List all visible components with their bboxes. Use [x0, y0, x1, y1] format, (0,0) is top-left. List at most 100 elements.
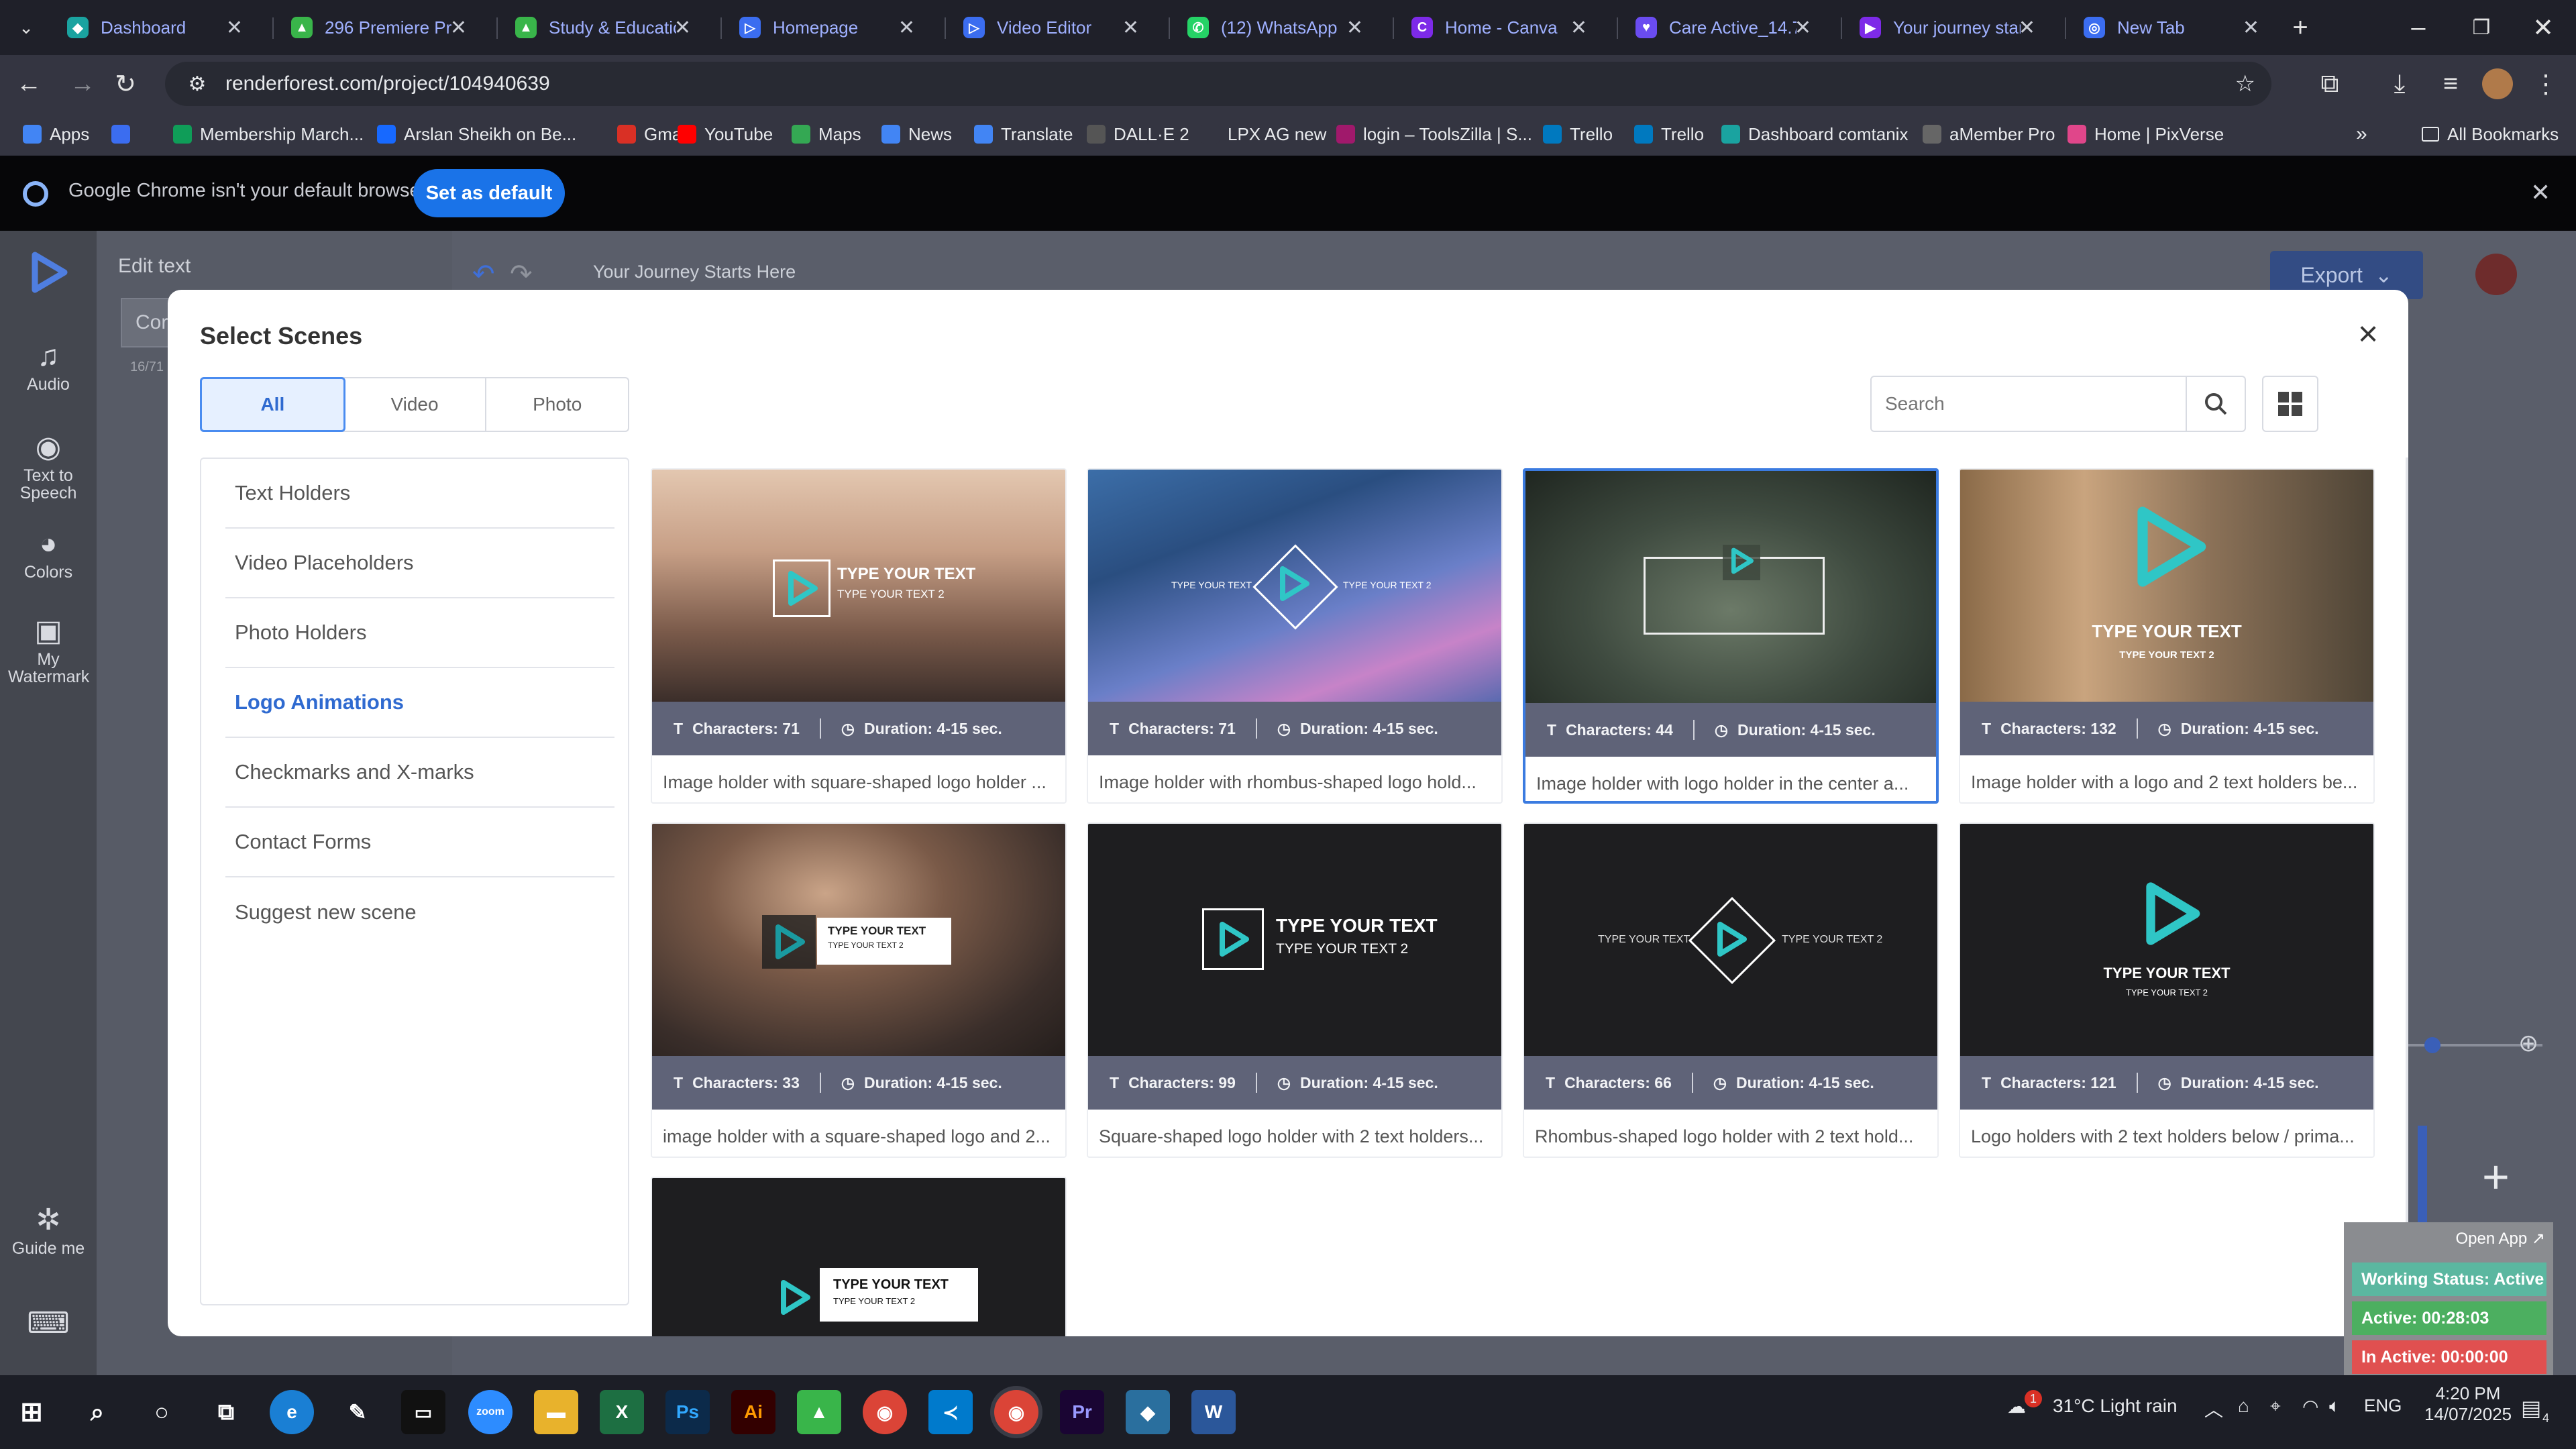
forward-icon[interactable]: →	[66, 67, 99, 101]
category-contact-forms[interactable]: Contact Forms	[225, 808, 614, 877]
back-icon[interactable]: ←	[12, 67, 46, 101]
scene-card[interactable]: TYPE YOUR TEXT TYPE YOUR TEXT 2 T Character…	[651, 468, 1067, 804]
category-logo-animations[interactable]: Logo Animations	[225, 668, 614, 738]
tab-all[interactable]: All	[200, 377, 345, 432]
app-green-icon[interactable]: ▲	[797, 1390, 841, 1434]
scene-thumbnail[interactable]: TYPE YOUR TEXT TYPE YOUR TEXT 2	[652, 470, 1065, 702]
excel-icon[interactable]: X	[600, 1390, 644, 1434]
tab-close-icon[interactable]: ✕	[674, 16, 691, 40]
modal-close-icon[interactable]: ×	[2348, 314, 2388, 354]
renderforest-logo-icon[interactable]	[27, 251, 70, 294]
tab-close-icon[interactable]: ✕	[1346, 16, 1363, 40]
extensions-icon[interactable]: ⧉	[2313, 67, 2347, 101]
bookmarks-overflow-icon[interactable]: »	[2356, 121, 2367, 148]
category-text-holders[interactable]: Text Holders	[225, 459, 614, 529]
scene-card[interactable]: TYPE YOUR TEXT TYPE YOUR TEXT 2	[651, 1177, 1067, 1336]
notification-icon[interactable]: ▤	[2521, 1395, 2541, 1421]
bookmark-item[interactable]: Arslan Sheikh on Be...	[377, 121, 576, 148]
scene-thumbnail[interactable]: TYPE YOUR TEXT TYPE YOUR TEXT 2	[1960, 470, 2373, 702]
weather-text[interactable]: 31°C Light rain	[2053, 1395, 2178, 1417]
site-info-icon[interactable]: ⚙	[184, 70, 211, 97]
windows-start-icon[interactable]: ⊞	[9, 1390, 54, 1434]
scene-card[interactable]: TYPE YOUR TEXT TYPE YOUR TEXT 2 T Character…	[1959, 468, 2375, 804]
rail-watermark[interactable]: ▣ My Watermark	[0, 615, 97, 686]
bookmark-item[interactable]: LPX AG new	[1201, 121, 1326, 148]
browser-tab[interactable]: ◆ Dashboard ✕	[54, 5, 255, 50]
bookmark-item[interactable]: Maps	[792, 121, 861, 148]
scene-thumbnail[interactable]	[1525, 471, 1936, 703]
photoshop-icon[interactable]: Ps	[665, 1390, 710, 1434]
bookmark-item[interactable]: Membership March...	[173, 121, 364, 148]
premiere-icon[interactable]: Pr	[1060, 1390, 1104, 1434]
browser-tab[interactable]: ♥ Care Active_14.7.2✕	[1622, 5, 1823, 50]
bookmark-item[interactable]: login – ToolsZilla | S...	[1336, 121, 1532, 148]
tab-close-icon[interactable]: ✕	[898, 16, 915, 40]
tab-close-icon[interactable]: ✕	[1794, 16, 1811, 40]
scene-card[interactable]: TYPE YOUR TEXT TYPE YOUR TEXT 2 T Character…	[651, 822, 1067, 1158]
tray-chevron-icon[interactable]: ︿	[2204, 1395, 2223, 1422]
tab-close-icon[interactable]: ✕	[1122, 16, 1139, 40]
tab-search-icon[interactable]: ⌄	[9, 11, 43, 44]
scene-grid-scrollbar[interactable]	[2406, 458, 2408, 1305]
bookmark-item[interactable]	[111, 121, 138, 148]
chrome-menu-icon[interactable]: ⋮	[2529, 67, 2563, 101]
bookmark-item[interactable]: DALL·E 2	[1087, 121, 1189, 148]
category-suggest-new-scene[interactable]: Suggest new scene	[225, 877, 614, 947]
clock[interactable]: 4:20 PM 14/07/2025	[2424, 1383, 2512, 1425]
browser-tab[interactable]: ▷ Video Editor ✕	[950, 5, 1151, 50]
tab-close-icon[interactable]: ✕	[2019, 16, 2035, 40]
scene-thumbnail[interactable]: TYPE YOUR TEXT TYPE YOUR TEXT 2	[1088, 824, 1501, 1056]
tab-close-icon[interactable]: ✕	[226, 16, 243, 40]
grid-view-icon[interactable]	[2262, 376, 2318, 432]
illustrator-icon[interactable]: Ai	[731, 1390, 775, 1434]
scene-thumbnail[interactable]: TYPE YOUR TEXT TYPE YOUR TEXT 2	[1524, 824, 1937, 1056]
bookmark-item[interactable]: Translate	[974, 121, 1073, 148]
scene-thumbnail[interactable]: TYPE YOUR TEXT TYPE YOUR TEXT 2	[1088, 470, 1501, 702]
bookmark-item[interactable]: YouTube	[678, 121, 773, 148]
profile-avatar[interactable]	[2481, 67, 2514, 101]
restore-icon[interactable]: ❐	[2465, 11, 2498, 44]
scene-thumbnail[interactable]: TYPE YOUR TEXT TYPE YOUR TEXT 2	[1960, 824, 2373, 1056]
tab-video[interactable]: Video	[344, 378, 487, 431]
zoom-icon[interactable]: zoom	[468, 1390, 513, 1434]
browser-tab[interactable]: ✆ (12) WhatsApp ✕	[1174, 5, 1375, 50]
browser-tab[interactable]: ◎ New Tab ✕	[2070, 5, 2271, 50]
pen-icon[interactable]: ✎	[335, 1390, 380, 1434]
file-explorer-icon[interactable]: ▬	[534, 1390, 578, 1434]
chrome-taskbar-icon[interactable]: ◉	[863, 1390, 907, 1434]
bookmark-star-icon[interactable]: ☆	[2235, 70, 2255, 97]
tab-close-icon[interactable]: ✕	[2243, 16, 2259, 40]
browser-tab[interactable]: ▶ Your journey start ✕	[1846, 5, 2047, 50]
wifi-icon[interactable]: ◠	[2302, 1395, 2318, 1417]
bookmark-item[interactable]: Trello	[1543, 121, 1613, 148]
browser-tab[interactable]: C Home - Canva ✕	[1398, 5, 1599, 50]
bookmark-item[interactable]: News	[881, 121, 952, 148]
language-indicator[interactable]: ENG	[2364, 1395, 2402, 1416]
search-input[interactable]	[1872, 393, 2187, 415]
scene-card[interactable]: TYPE YOUR TEXT TYPE YOUR TEXT 2 T Character…	[1523, 822, 1939, 1158]
bookmark-item[interactable]: Trello	[1634, 121, 1704, 148]
new-tab-button[interactable]: +	[2284, 11, 2317, 44]
bookmark-item[interactable]: Apps	[23, 121, 89, 148]
zoom-in-icon[interactable]: ⊕	[2518, 1029, 2538, 1057]
rail-colors[interactable]: ◕ Colors	[0, 528, 97, 581]
rail-text-to-speech[interactable]: ◉ Text to Speech	[0, 431, 97, 502]
scene-card[interactable]: T Characters: 44 ◷ Duration: 4-15 sec. Image…	[1523, 468, 1939, 804]
app-diamond-icon[interactable]: ◆	[1126, 1390, 1170, 1434]
category-checkmarks[interactable]: Checkmarks and X-marks	[225, 738, 614, 808]
reload-icon[interactable]: ↻	[109, 67, 142, 101]
camera-icon[interactable]: ⌖	[2270, 1395, 2281, 1417]
browser-tab[interactable]: ▲ 296 Premiere Pro ✕	[278, 5, 479, 50]
open-app-link[interactable]: Open App ↗	[2455, 1229, 2545, 1248]
minimize-icon[interactable]: –	[2402, 11, 2435, 44]
category-video-placeholders[interactable]: Video Placeholders	[225, 529, 614, 598]
rail-audio[interactable]: ♫ Audio	[0, 340, 97, 393]
zoom-slider-handle[interactable]	[2424, 1037, 2440, 1053]
cortana-icon[interactable]: ○	[140, 1390, 184, 1434]
window-close-icon[interactable]: ✕	[2526, 11, 2560, 44]
download-icon[interactable]: ⤓	[2383, 67, 2416, 101]
scene-thumbnail[interactable]: TYPE YOUR TEXT TYPE YOUR TEXT 2	[652, 824, 1065, 1056]
undo-icon[interactable]: ↶	[472, 259, 495, 290]
browser-tab[interactable]: ▲ Study & Education✕	[502, 5, 703, 50]
terminal-icon[interactable]: ▭	[401, 1390, 445, 1434]
